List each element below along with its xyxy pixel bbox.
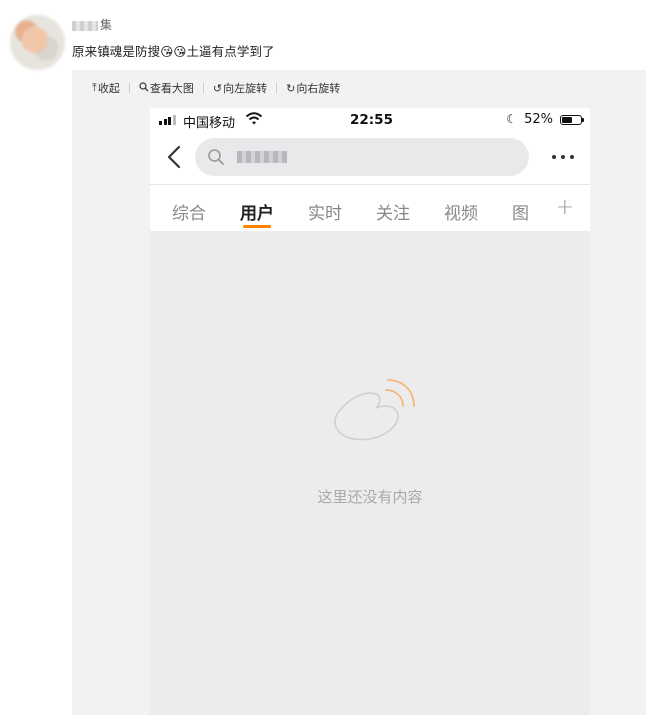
view-large-button[interactable]: 查看大图 (139, 80, 194, 96)
empty-message: 这里还没有内容 (317, 488, 423, 506)
divider (202, 83, 204, 93)
active-tab-indicator (243, 225, 271, 228)
tab-bar: 综合 用户 实时 关注 视频 图 + (150, 185, 590, 232)
collapse-button[interactable]: ⤒ 收起 (92, 80, 120, 96)
search-query-mosaic (237, 151, 287, 163)
clock: 22:55 (350, 112, 393, 128)
battery-icon (560, 115, 584, 125)
rotate-right-button[interactable]: ↻ 向右旋转 (286, 80, 340, 96)
search-icon (207, 148, 225, 166)
empty-state: 这里还没有内容 (150, 231, 590, 715)
view-large-label: 查看大图 (149, 82, 194, 95)
signal-icon (159, 115, 176, 125)
post-text: 原来镇魂是防搜😘😘土逼有点学到了 (72, 44, 275, 59)
tab-fade (530, 195, 550, 225)
rotate-left-label: 向左旋转 (223, 82, 268, 95)
moon-icon: ☾ (506, 112, 517, 126)
image-toolbar: ⤒ 收起 查看大图 ↺ 向左旋转 ↻ 向右旋转 (92, 80, 340, 96)
image-viewer: ⤒ 收起 查看大图 ↺ 向左旋转 ↻ 向右旋转 中国移动 22:55 ☾ 52%… (72, 70, 646, 715)
divider (276, 83, 278, 93)
username-text: 集 (100, 18, 113, 32)
username-mosaic (72, 20, 98, 31)
empty-weibo-icon (328, 376, 420, 460)
tab-comprehensive[interactable]: 综合 (172, 199, 206, 224)
add-tab-button[interactable]: + (556, 195, 574, 220)
rotate-right-icon: ↻ (286, 81, 296, 95)
rotate-right-label: 向右旋转 (296, 82, 341, 95)
collapse-label: 收起 (97, 82, 120, 95)
search-bar (150, 132, 590, 185)
wifi-icon (245, 110, 263, 132)
tab-video[interactable]: 视频 (444, 199, 478, 224)
more-icon[interactable] (552, 155, 574, 159)
avatar[interactable] (10, 15, 65, 70)
divider (128, 83, 130, 93)
collapse-icon: ⤒ (92, 81, 97, 94)
phone-screenshot[interactable]: 中国移动 22:55 ☾ 52% 综合 用户 实时 关注 视频 图 + 这里还没… (150, 108, 590, 715)
tab-images[interactable]: 图 (512, 199, 529, 224)
tab-users[interactable]: 用户 (240, 199, 274, 224)
tab-realtime[interactable]: 实时 (308, 199, 342, 224)
rotate-left-icon: ↺ (212, 81, 223, 95)
status-bar: 中国移动 22:55 ☾ 52% (150, 108, 590, 132)
username[interactable]: 集 (72, 16, 112, 33)
back-icon[interactable] (164, 144, 186, 170)
search-input[interactable] (195, 138, 529, 176)
carrier-label: 中国移动 (183, 116, 236, 131)
tab-following[interactable]: 关注 (376, 199, 410, 224)
rotate-left-button[interactable]: ↺ 向左旋转 (213, 80, 267, 96)
battery-percent: 52% (524, 112, 553, 127)
magnify-icon (139, 81, 149, 95)
